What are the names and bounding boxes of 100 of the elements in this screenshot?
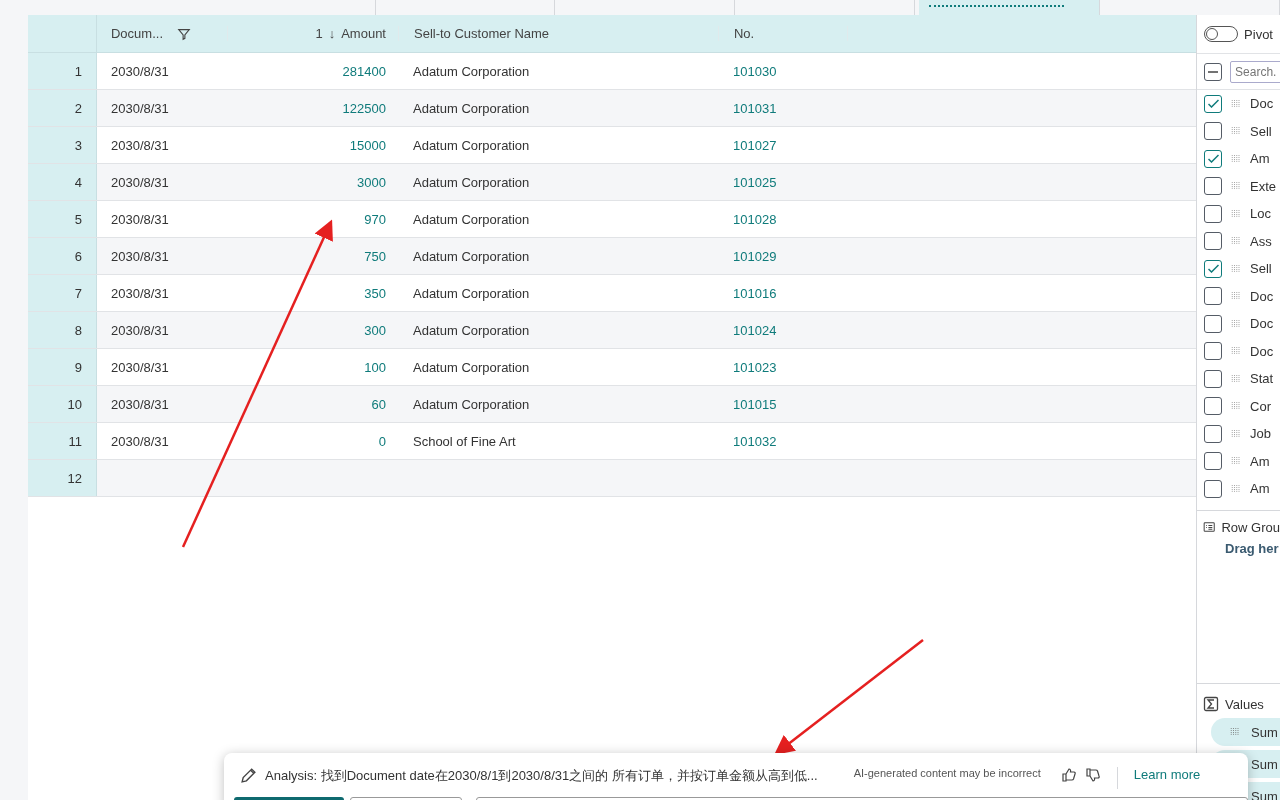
table-cell[interactable]: 101032 — [733, 433, 777, 449]
table-cell[interactable]: 350 — [364, 285, 386, 301]
table-cell[interactable]: 281400 — [342, 63, 386, 79]
sigma-icon — [1203, 696, 1220, 712]
field-label[interactable]: Loc — [1250, 206, 1272, 222]
field-checkbox[interactable] — [1204, 369, 1223, 388]
field-label[interactable]: Sell — [1250, 261, 1272, 277]
table-cell: 2030/8/31 — [111, 100, 169, 116]
row-number: 9 — [74, 359, 82, 375]
pivot-label: Pivot — [1244, 26, 1273, 42]
field-label[interactable]: Cor — [1250, 398, 1272, 414]
row-number: 3 — [74, 137, 82, 153]
sort-order: 1 — [315, 26, 323, 41]
field-label[interactable]: Ass — [1250, 233, 1272, 249]
minus-icon — [1208, 70, 1219, 73]
table-cell: 2030/8/31 — [111, 63, 169, 79]
table-cell[interactable]: 101025 — [733, 174, 777, 190]
table-cell: 2030/8/31 — [111, 285, 169, 301]
table-cell[interactable]: 101030 — [733, 63, 777, 79]
row-groups-icon — [1203, 519, 1216, 535]
field-label[interactable]: Stat — [1250, 371, 1274, 387]
field-label[interactable]: Job — [1250, 426, 1272, 442]
field-checkbox[interactable] — [1204, 342, 1223, 361]
field-label[interactable]: Doc — [1250, 343, 1274, 359]
field-checkbox[interactable] — [1204, 177, 1223, 196]
table-cell: Adatum Corporation — [413, 100, 530, 116]
table-cell[interactable]: 101015 — [733, 396, 777, 412]
field-label[interactable]: Am — [1250, 481, 1270, 497]
field-label[interactable]: Sell — [1250, 123, 1272, 139]
table-cell[interactable]: 101023 — [733, 359, 777, 375]
value-chip[interactable]: Sum — [1211, 718, 1280, 746]
section-title: Row Grou — [1221, 519, 1280, 535]
column-header[interactable]: Docum... — [111, 26, 163, 41]
field-checkbox[interactable] — [1204, 397, 1223, 416]
table-cell[interactable]: 101031 — [733, 100, 777, 116]
table-cell[interactable]: 101029 — [733, 248, 777, 264]
table-cell[interactable]: 3000 — [357, 174, 386, 190]
table-cell: Adatum Corporation — [413, 359, 530, 375]
table-cell[interactable]: 300 — [364, 322, 386, 338]
table-cell: Adatum Corporation — [413, 248, 530, 264]
table-cell: 2030/8/31 — [111, 248, 169, 264]
field-label[interactable]: Am — [1250, 151, 1270, 167]
table-cell: 2030/8/31 — [111, 433, 169, 449]
table-cell: Adatum Corporation — [413, 285, 530, 301]
row-number: 1 — [74, 63, 82, 79]
checkmark-icon — [1207, 99, 1219, 109]
filter-icon — [177, 26, 191, 41]
field-checkbox[interactable] — [1204, 479, 1223, 498]
learn-more-link[interactable]: Learn more — [1133, 767, 1201, 782]
table-cell[interactable]: 970 — [364, 211, 386, 227]
search-field[interactable]: Search. — [1230, 60, 1280, 83]
table-cell: Adatum Corporation — [413, 63, 530, 79]
checkmark-icon — [1207, 154, 1219, 164]
table-cell[interactable]: 122500 — [342, 100, 386, 116]
table-cell[interactable]: 101027 — [733, 137, 777, 153]
row-number: 11 — [68, 433, 82, 449]
field-checkbox[interactable] — [1204, 94, 1223, 113]
thumbs-up-icon[interactable] — [1060, 767, 1077, 783]
field-label[interactable]: Exte — [1250, 178, 1277, 194]
disclaimer-text: AI-generated content may be incorrect — [853, 767, 1041, 779]
field-label[interactable]: Doc — [1250, 288, 1274, 304]
field-label[interactable]: Doc — [1250, 96, 1274, 112]
field-checkbox[interactable] — [1204, 287, 1223, 306]
select-all-checkbox[interactable] — [1204, 62, 1223, 81]
column-header[interactable]: No. — [734, 26, 755, 41]
table-cell[interactable]: 101028 — [733, 211, 777, 227]
column-header[interactable]: Sell-to Customer Name — [414, 26, 550, 41]
field-checkbox[interactable] — [1204, 314, 1223, 333]
row-number: 5 — [74, 211, 82, 227]
field-checkbox[interactable] — [1204, 232, 1223, 251]
table-cell: Adatum Corporation — [413, 396, 530, 412]
table-cell[interactable]: 100 — [364, 359, 386, 375]
row-number: 12 — [67, 470, 82, 486]
field-label[interactable]: Am — [1250, 453, 1270, 469]
table-cell: 2030/8/31 — [111, 174, 169, 190]
table-cell: 2030/8/31 — [111, 322, 169, 338]
table-cell: 2030/8/31 — [111, 137, 169, 153]
table-cell[interactable]: 750 — [364, 248, 386, 264]
table-cell[interactable]: 101016 — [733, 285, 777, 301]
field-checkbox[interactable] — [1204, 149, 1223, 168]
pencil-icon — [240, 767, 257, 784]
table-cell[interactable]: 60 — [371, 396, 386, 412]
thumbs-down-icon[interactable] — [1084, 767, 1101, 783]
field-checkbox[interactable] — [1204, 122, 1223, 141]
table-cell[interactable]: 101024 — [733, 322, 777, 338]
table-cell: Adatum Corporation — [413, 211, 530, 227]
column-header[interactable]: Amount — [341, 26, 386, 41]
field-checkbox[interactable] — [1204, 452, 1223, 471]
section-title: Values — [1225, 696, 1264, 712]
table-cell[interactable]: 15000 — [349, 137, 386, 153]
row-number: 10 — [67, 396, 82, 412]
field-label[interactable]: Doc — [1250, 316, 1274, 332]
row-number: 6 — [74, 248, 82, 264]
sort-arrow[interactable]: ↓ — [328, 26, 336, 41]
field-checkbox[interactable] — [1204, 204, 1223, 223]
field-checkbox[interactable] — [1204, 424, 1223, 443]
table-cell[interactable]: 0 — [378, 433, 386, 449]
tab[interactable] — [918, 0, 1101, 15]
field-checkbox[interactable] — [1204, 259, 1223, 278]
row-number: 8 — [74, 322, 82, 338]
